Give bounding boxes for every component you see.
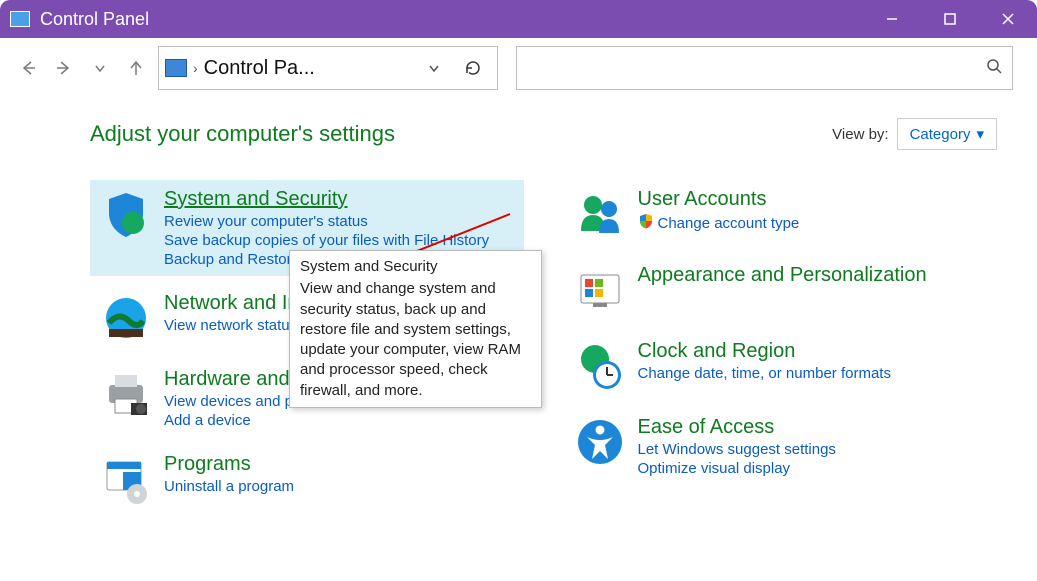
- control-panel-icon: [165, 59, 187, 77]
- view-by-select[interactable]: Category ▾: [897, 118, 997, 150]
- category-ease-of-access[interactable]: Ease of Access Let Windows suggest settin…: [564, 408, 998, 485]
- category-user-accounts[interactable]: User Accounts Change account type: [564, 180, 998, 248]
- breadcrumb-chevron-icon: ›: [193, 60, 198, 76]
- printer-icon: [100, 368, 152, 420]
- category-link-optimize-visual-display[interactable]: Optimize visual display: [638, 460, 988, 477]
- maximize-button[interactable]: [921, 0, 979, 38]
- uac-shield-icon: [638, 213, 654, 233]
- back-button[interactable]: [14, 54, 42, 82]
- category-title[interactable]: User Accounts: [638, 188, 988, 211]
- link-label: Let Windows suggest settings: [638, 441, 836, 458]
- app-icon: [10, 11, 30, 27]
- address-bar[interactable]: › Control Pa...: [158, 46, 498, 90]
- link-label: Save backup copies of your files with Fi…: [164, 232, 489, 249]
- category-link-change-date-time-or-number-formats[interactable]: Change date, time, or number formats: [638, 365, 988, 382]
- category-title[interactable]: Ease of Access: [638, 416, 988, 439]
- category-link-save-backup-copies-of-your-files-with-file-history[interactable]: Save backup copies of your files with Fi…: [164, 232, 514, 249]
- search-bar[interactable]: [516, 46, 1013, 90]
- category-link-uninstall-a-program[interactable]: Uninstall a program: [164, 478, 514, 495]
- forward-button[interactable]: [50, 54, 78, 82]
- clock-icon: [574, 340, 626, 392]
- window-title: Control Panel: [40, 9, 149, 30]
- address-dropdown[interactable]: [419, 61, 449, 75]
- category-link-review-your-computer-s-status[interactable]: Review your computer's status: [164, 213, 514, 230]
- category-link-let-windows-suggest-settings[interactable]: Let Windows suggest settings: [638, 441, 988, 458]
- view-by-label: View by:: [832, 126, 888, 143]
- globe-icon: [100, 292, 152, 344]
- link-label: Add a device: [164, 412, 251, 429]
- appearance-icon: [574, 264, 626, 316]
- breadcrumb-text[interactable]: Control Pa...: [204, 57, 413, 80]
- link-label: Uninstall a program: [164, 478, 294, 495]
- refresh-button[interactable]: [455, 59, 491, 77]
- category-link-change-account-type[interactable]: Change account type: [638, 213, 988, 233]
- titlebar: Control Panel: [0, 0, 1037, 38]
- tooltip: System and Security View and change syst…: [289, 250, 542, 408]
- tooltip-title: System and Security: [300, 257, 531, 277]
- category-link-add-a-device[interactable]: Add a device: [164, 412, 514, 429]
- link-label: Review your computer's status: [164, 213, 368, 230]
- link-label: Change account type: [658, 215, 800, 232]
- programs-icon: [100, 453, 152, 505]
- view-by: View by: Category ▾: [832, 118, 997, 150]
- category-title[interactable]: System and Security: [164, 188, 514, 211]
- category-body: Programs Uninstall a program: [164, 453, 514, 505]
- category-body: Appearance and Personalization: [638, 264, 988, 316]
- toolbar: › Control Pa...: [0, 38, 1037, 98]
- view-by-value: Category: [910, 126, 971, 143]
- chevron-down-icon: ▾: [976, 125, 984, 143]
- users-icon: [574, 188, 626, 240]
- category-body: Clock and Region Change date, time, or nu…: [638, 340, 988, 392]
- link-label: Optimize visual display: [638, 460, 791, 477]
- link-label: Change date, time, or number formats: [638, 365, 891, 382]
- category-clock-and-region[interactable]: Clock and Region Change date, time, or nu…: [564, 332, 998, 400]
- shield-icon: [100, 188, 152, 240]
- page-heading: Adjust your computer's settings: [90, 121, 395, 147]
- category-programs[interactable]: Programs Uninstall a program: [90, 445, 524, 513]
- up-button[interactable]: [122, 54, 150, 82]
- recent-dropdown[interactable]: [86, 54, 114, 82]
- category-title[interactable]: Appearance and Personalization: [638, 264, 988, 287]
- tooltip-body: View and change system and security stat…: [300, 279, 531, 401]
- access-icon: [574, 416, 626, 468]
- minimize-button[interactable]: [863, 0, 921, 38]
- category-title[interactable]: Programs: [164, 453, 514, 476]
- category-body: User Accounts Change account type: [638, 188, 988, 240]
- category-appearance-and-personalization[interactable]: Appearance and Personalization: [564, 256, 998, 324]
- category-body: Ease of Access Let Windows suggest settin…: [638, 416, 988, 477]
- category-title[interactable]: Clock and Region: [638, 340, 988, 363]
- search-input[interactable]: [527, 58, 986, 78]
- close-button[interactable]: [979, 0, 1037, 38]
- search-icon[interactable]: [986, 58, 1002, 79]
